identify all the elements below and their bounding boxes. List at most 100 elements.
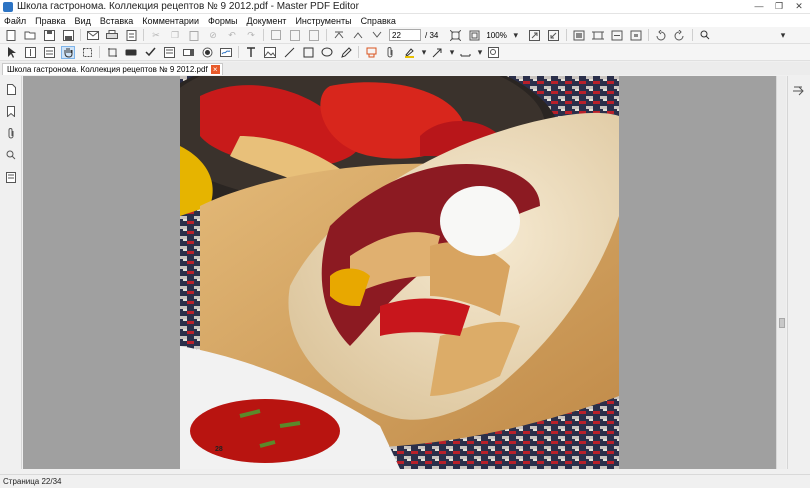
menu-insert[interactable]: Вставка — [100, 16, 133, 26]
maximize-button[interactable]: ❐ — [772, 1, 786, 12]
search-icon[interactable] — [698, 29, 712, 42]
menu-tools[interactable]: Инструменты — [295, 16, 351, 26]
fit-width-icon[interactable] — [610, 29, 624, 42]
text-select-icon[interactable] — [23, 46, 37, 59]
arrow-dropdown-icon[interactable]: ▾ — [449, 46, 455, 59]
stamp-icon[interactable] — [364, 46, 378, 59]
highlight-dropdown-icon[interactable]: ▾ — [421, 46, 427, 59]
select-all-icon[interactable] — [269, 29, 283, 42]
snapshot-icon[interactable] — [572, 29, 586, 42]
undo-icon[interactable]: ↶ — [225, 29, 239, 42]
object-inspector-icon[interactable] — [791, 82, 807, 100]
measure-dropdown-icon[interactable]: ▾ — [477, 46, 483, 59]
zoom-out-icon[interactable] — [547, 29, 561, 42]
page-number-input[interactable] — [389, 29, 421, 41]
toolbar-separator — [691, 29, 693, 41]
hand-tool-icon[interactable] — [61, 45, 75, 59]
open-folder-icon[interactable] — [23, 29, 37, 42]
document-tab[interactable]: Школа гастронома. Коллекция рецептов № 9… — [2, 63, 223, 75]
zoom-dropdown-icon[interactable]: ▾ — [509, 29, 523, 42]
actual-size-icon[interactable] — [467, 29, 481, 42]
draw-line-icon[interactable] — [282, 46, 296, 59]
draw-rectangle-icon[interactable] — [301, 46, 315, 59]
print-icon[interactable] — [105, 29, 119, 42]
radio-button-icon[interactable] — [200, 46, 214, 59]
menu-file[interactable]: Файл — [4, 16, 26, 26]
title-bar: Школа гастронома. Коллекция рецептов № 9… — [0, 0, 810, 14]
find-icon[interactable] — [288, 29, 302, 42]
attachments-panel-icon[interactable] — [3, 124, 19, 142]
attach-file-icon[interactable] — [383, 46, 397, 59]
document-viewer[interactable]: 28 — [23, 76, 776, 469]
minimize-button[interactable]: — — [752, 1, 766, 12]
pencil-icon[interactable] — [339, 46, 353, 59]
first-page-icon[interactable] — [332, 29, 346, 42]
menu-bar: Файл Правка Вид Вставка Комментарии Форм… — [0, 14, 810, 27]
status-page-indicator: Страница 22/34 — [3, 477, 62, 486]
draw-ellipse-icon[interactable] — [320, 46, 334, 59]
pages-panel-icon[interactable] — [3, 80, 19, 98]
vertical-scrollbar[interactable] — [776, 76, 786, 469]
rotate-right-icon[interactable] — [673, 29, 687, 42]
rotate-left-icon[interactable] — [654, 29, 668, 42]
add-text-icon[interactable] — [244, 46, 258, 59]
page-total-label: / 34 — [425, 30, 439, 40]
signature-field-icon[interactable] — [219, 46, 233, 59]
copy-icon[interactable]: ❐ — [168, 29, 182, 42]
form-button-icon[interactable] — [124, 46, 138, 59]
fit-page-icon[interactable] — [448, 29, 462, 42]
full-screen-icon[interactable] — [629, 29, 643, 42]
crop-icon[interactable] — [591, 29, 605, 42]
layers-panel-icon[interactable] — [3, 168, 19, 186]
new-document-icon[interactable] — [4, 29, 18, 42]
marquee-select-icon[interactable] — [80, 46, 94, 59]
bookmarks-panel-icon[interactable] — [3, 102, 19, 120]
highlight-icon[interactable] — [402, 46, 416, 59]
toolbar-separator — [565, 29, 567, 41]
ocr-icon[interactable] — [486, 46, 500, 59]
zoom-level[interactable]: 100% — [486, 31, 506, 40]
cut-icon[interactable]: ✂ — [149, 29, 163, 42]
zoom-in-icon[interactable] — [528, 29, 542, 42]
window-controls: — ❐ ✕ — [752, 1, 806, 12]
edit-text-icon[interactable] — [42, 46, 56, 59]
scan-icon[interactable] — [124, 29, 138, 42]
save-as-icon[interactable] — [61, 29, 75, 42]
toolbar-separator — [326, 29, 327, 41]
add-image-icon[interactable] — [263, 46, 277, 59]
menu-comments[interactable]: Комментарии — [142, 16, 199, 26]
menu-view[interactable]: Вид — [75, 16, 91, 26]
menu-forms[interactable]: Формы — [208, 16, 238, 26]
toolbar-separator — [647, 29, 649, 41]
close-window-button[interactable]: ✕ — [792, 1, 806, 12]
save-icon[interactable] — [42, 29, 56, 42]
pdf-page[interactable]: 28 — [180, 76, 619, 469]
properties-icon[interactable] — [307, 29, 321, 42]
arrow-annotation-icon[interactable] — [430, 46, 444, 59]
document-tab-label: Школа гастронома. Коллекция рецептов № 9… — [7, 65, 208, 74]
toolbar-separator — [143, 29, 144, 41]
list-box-icon[interactable] — [162, 46, 176, 59]
menu-help[interactable]: Справка — [361, 16, 396, 26]
select-arrow-icon[interactable] — [4, 46, 18, 59]
email-icon[interactable] — [86, 29, 100, 42]
checkbox-field-icon[interactable] — [143, 46, 157, 59]
edit-object-icon[interactable] — [105, 46, 119, 59]
menu-edit[interactable]: Правка — [35, 16, 65, 26]
search-panel-icon[interactable] — [3, 146, 19, 164]
combo-box-icon[interactable] — [181, 46, 195, 59]
right-side-panel — [787, 76, 810, 469]
measure-icon[interactable] — [458, 46, 472, 59]
redo-icon[interactable]: ↷ — [244, 29, 258, 42]
toolbar-separator — [358, 46, 359, 58]
delete-icon[interactable]: ⊘ — [206, 29, 220, 42]
main-toolbar: ✂ ❐ ⊘ ↶ ↷ / 34 100% ▾ — [0, 27, 810, 44]
paste-icon[interactable] — [187, 29, 201, 42]
toolbar-separator — [238, 46, 239, 58]
next-page-icon[interactable] — [370, 29, 384, 42]
scrollbar-thumb[interactable] — [779, 318, 785, 328]
menu-document[interactable]: Документ — [247, 16, 287, 26]
tab-close-icon[interactable]: × — [210, 65, 220, 74]
previous-page-icon[interactable] — [351, 29, 365, 42]
search-dropdown-icon[interactable]: ▾ — [776, 29, 790, 42]
